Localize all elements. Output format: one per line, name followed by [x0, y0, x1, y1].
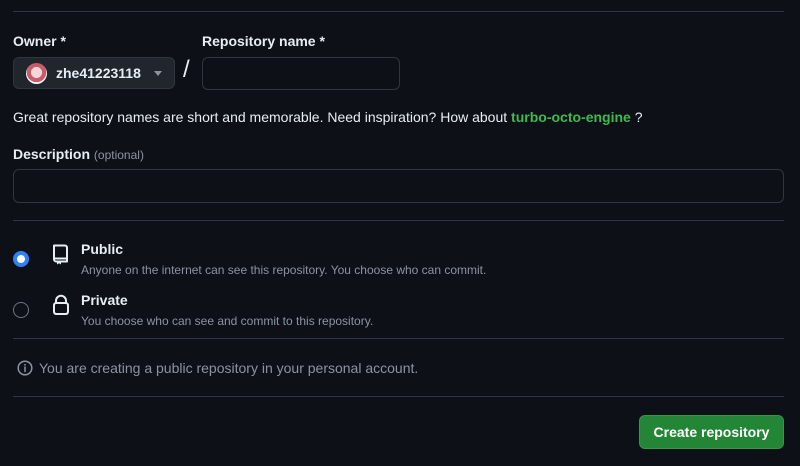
- actions-divider: [13, 396, 784, 397]
- owner-repo-separator: /: [183, 56, 190, 83]
- owner-name: zhe41223118: [56, 65, 141, 81]
- repository-name-label: Repository name *: [202, 33, 325, 49]
- public-radio[interactable]: [13, 251, 29, 267]
- repository-name-input[interactable]: [202, 57, 400, 90]
- repo-icon: [53, 244, 68, 265]
- repository-name-hint: Great repository names are short and mem…: [13, 109, 643, 125]
- private-description: You choose who can see and commit to thi…: [81, 314, 374, 328]
- visibility-bottom-divider: [13, 338, 784, 339]
- lock-icon: [53, 294, 69, 315]
- private-radio[interactable]: [13, 302, 29, 318]
- suggested-repository-name-link[interactable]: turbo-octo-engine: [511, 109, 631, 125]
- hint-text: Great repository names are short and mem…: [13, 109, 512, 125]
- description-input[interactable]: [13, 169, 784, 203]
- description-label-text: Description: [13, 146, 91, 162]
- public-title: Public: [81, 241, 124, 257]
- owner-label: Owner *: [13, 33, 66, 49]
- visibility-option-private[interactable]: Private You choose who can see and commi…: [13, 291, 784, 333]
- owner-dropdown[interactable]: zhe41223118: [13, 57, 175, 89]
- description-label: Description (optional): [13, 146, 144, 162]
- create-repository-button[interactable]: Create repository: [639, 415, 784, 449]
- hint-suffix: ?: [630, 109, 643, 125]
- info-icon: [17, 360, 33, 376]
- owner-avatar: [26, 62, 47, 84]
- visibility-notice: You are creating a public repository in …: [17, 360, 418, 376]
- create-repository-page: Owner * zhe41223118 / Repository name * …: [0, 0, 800, 466]
- chevron-down-icon: [154, 71, 162, 76]
- visibility-option-public[interactable]: Public Anyone on the internet can see th…: [13, 240, 784, 282]
- optional-label: (optional): [93, 148, 144, 162]
- visibility-notice-text: You are creating a public repository in …: [39, 360, 419, 376]
- visibility-top-divider: [13, 220, 784, 221]
- private-title: Private: [81, 292, 128, 308]
- top-divider: [13, 11, 784, 12]
- public-description: Anyone on the internet can see this repo…: [81, 263, 487, 277]
